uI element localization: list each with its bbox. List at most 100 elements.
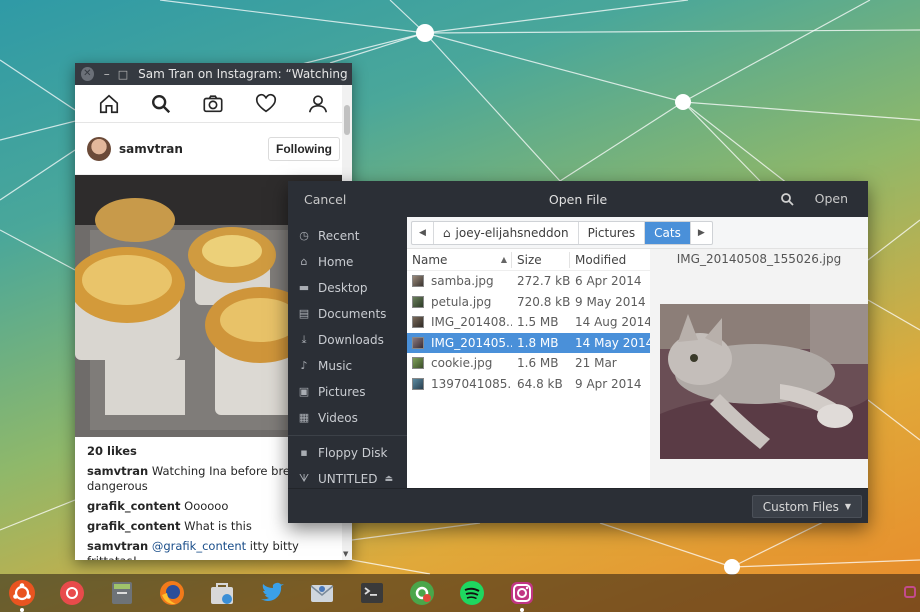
- file-row[interactable]: samba.jpg 272.7 kB 6 Apr 2014: [407, 271, 650, 292]
- sidebar-divider: [288, 435, 407, 436]
- places-sidebar: ◷ Recent ⌂ Home ▬ Desktop ▤ Documents ⤓ Downl…: [288, 217, 407, 488]
- chromium-icon: [60, 581, 84, 605]
- comment-user[interactable]: grafik_content: [87, 499, 180, 513]
- sidebar-item-label: Documents: [318, 307, 387, 321]
- music-icon: ♪: [300, 359, 308, 372]
- preview-image: [660, 304, 868, 459]
- image-thumb-icon: [412, 295, 424, 308]
- avatar[interactable]: [87, 136, 111, 161]
- camera-icon[interactable]: [202, 93, 224, 115]
- file-filter-select[interactable]: Custom Files ▼: [751, 495, 862, 518]
- open-button[interactable]: Open: [815, 191, 848, 206]
- dock-terminal[interactable]: [354, 577, 390, 609]
- chevron-down-icon: ▼: [844, 502, 851, 511]
- sidebar-item-music[interactable]: ♪ Music: [288, 353, 407, 379]
- dock-settings[interactable]: [404, 577, 440, 609]
- file-modified: 6 Apr 2014: [575, 274, 642, 289]
- path-forward-icon[interactable]: ▶: [691, 222, 712, 244]
- file-modified: 9 May 2014: [575, 294, 646, 309]
- sidebar-item-floppy[interactable]: ▪ Floppy Disk: [288, 440, 407, 466]
- dock-files[interactable]: [104, 577, 140, 609]
- file-name: IMG_201408...: [431, 315, 512, 330]
- sidebar-item-recent[interactable]: ◷ Recent: [288, 223, 407, 249]
- post-header: samvtran Following: [75, 123, 352, 175]
- file-list: Name ▲ Size Modified samba.jpg 272.7 kB 6 A…: [407, 249, 653, 488]
- search-icon[interactable]: [150, 93, 172, 115]
- sidebar-item-videos[interactable]: ▦ Videos: [288, 405, 407, 431]
- heart-icon[interactable]: [255, 93, 277, 115]
- dock-instagram[interactable]: [504, 577, 540, 612]
- file-row[interactable]: cookie.jpg 1.6 MB 21 Mar: [407, 353, 650, 374]
- file-row-selected[interactable]: IMG_201405... 1.8 MB 14 May 2014: [407, 332, 653, 353]
- column-size[interactable]: Size: [512, 251, 570, 268]
- dialog-body: ◷ Recent ⌂ Home ▬ Desktop ▤ Documents ⤓ Downl…: [288, 217, 868, 488]
- sidebar-item-downloads[interactable]: ⤓ Downloads: [288, 327, 407, 353]
- home-icon: ⌂: [442, 225, 451, 240]
- window-title: Sam Tran on Instagram: “Watching In...: [138, 67, 352, 81]
- comment: samvtran @grafik_content itty bitty frit…: [87, 539, 340, 560]
- eject-icon[interactable]: ⏏: [384, 474, 393, 484]
- download-icon: ⤓: [301, 333, 307, 346]
- dock-chromium[interactable]: [54, 577, 90, 609]
- file-row[interactable]: IMG_201408... 1.5 MB 14 Aug 2014: [407, 312, 652, 333]
- dock-software-store[interactable]: [204, 577, 240, 609]
- comment-user[interactable]: samvtran: [87, 464, 148, 478]
- maximize-icon[interactable]: □: [118, 68, 128, 81]
- sidebar-item-label: Floppy Disk: [318, 446, 388, 460]
- comment-mention[interactable]: @grafik_content: [152, 539, 246, 553]
- column-modified[interactable]: Modified: [570, 252, 650, 268]
- sidebar-item-documents[interactable]: ▤ Documents: [288, 301, 407, 327]
- scroll-down-icon[interactable]: ▼: [343, 550, 348, 558]
- sidebar-item-label: UNTITLED: [318, 472, 378, 486]
- comment-text: Oooooo: [180, 499, 229, 513]
- search-icon[interactable]: [780, 192, 794, 206]
- file-row[interactable]: 1397041085... 64.8 kB 9 Apr 2014: [407, 374, 650, 395]
- path-segment-cats[interactable]: Cats: [645, 221, 691, 244]
- dock-spotify[interactable]: [454, 577, 490, 609]
- sidebar-item-home[interactable]: ⌂ Home: [288, 249, 407, 275]
- sidebar-item-label: Home: [318, 255, 354, 269]
- close-icon[interactable]: ✕: [81, 67, 94, 81]
- file-modified: 21 Mar: [575, 356, 617, 371]
- comment-user[interactable]: samvtran: [87, 539, 148, 553]
- dock-ubuntu[interactable]: [4, 577, 40, 612]
- dialog-header: Cancel Open File Open: [288, 181, 868, 217]
- scrollbar-thumb[interactable]: [344, 105, 350, 135]
- path-segment-home[interactable]: ⌂ joey-elijahsneddon: [434, 221, 579, 244]
- file-size: 1.5 MB: [517, 315, 559, 330]
- file-size: 1.8 MB: [517, 335, 559, 350]
- software-store-icon: [211, 583, 233, 604]
- twitter-icon: [261, 582, 284, 601]
- instagram-tray-icon[interactable]: [904, 586, 916, 598]
- file-row[interactable]: petula.jpg 720.8 kB 9 May 2014: [407, 292, 650, 313]
- ubuntu-icon: [9, 580, 35, 606]
- file-modified: 9 Apr 2014: [575, 376, 642, 391]
- usb-icon: ᗐ: [298, 472, 310, 485]
- home-icon: ⌂: [300, 255, 308, 268]
- sidebar-item-desktop[interactable]: ▬ Desktop: [288, 275, 407, 301]
- file-list-header: Name ▲ Size Modified: [407, 249, 650, 271]
- dock-twitter[interactable]: [254, 577, 290, 609]
- sidebar-item-pictures[interactable]: ▣ Pictures: [288, 379, 407, 405]
- floppy-icon: ▪: [300, 446, 308, 459]
- clock-icon: ◷: [299, 229, 309, 242]
- cancel-button[interactable]: Cancel: [304, 192, 346, 207]
- path-back-icon[interactable]: ◀: [412, 221, 434, 244]
- open-file-dialog: Cancel Open File Open ◷ Recent ⌂ Home ▬ Des…: [288, 181, 868, 523]
- document-icon: ▤: [298, 307, 310, 320]
- profile-icon[interactable]: [307, 93, 329, 115]
- path-segment-pictures[interactable]: Pictures: [579, 221, 646, 244]
- preview-filename: IMG_20140508_155026.jpg: [676, 252, 842, 266]
- files-icon: [112, 582, 132, 604]
- sidebar-item-label: Pictures: [318, 385, 366, 399]
- home-icon[interactable]: [98, 93, 120, 115]
- dock-mail[interactable]: [304, 577, 340, 609]
- dock-firefox[interactable]: [154, 577, 190, 609]
- column-name[interactable]: Name ▲: [407, 251, 512, 268]
- post-username[interactable]: samvtran: [119, 142, 268, 156]
- comment-user[interactable]: grafik_content: [87, 519, 180, 533]
- following-button[interactable]: Following: [268, 136, 340, 161]
- picture-icon: ▣: [298, 385, 310, 398]
- minimize-icon[interactable]: –: [104, 67, 110, 81]
- cat-photo: [660, 304, 868, 459]
